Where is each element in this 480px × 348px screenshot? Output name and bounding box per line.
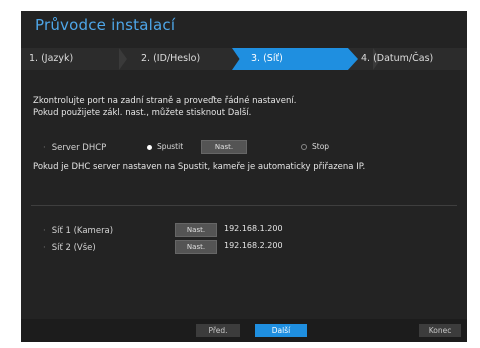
dhcp-stop-radio[interactable]: Stop xyxy=(301,142,329,151)
network-1-label: · Síť 1 (Kamera) xyxy=(43,226,114,236)
network-2-ip: 192.168.2.200 xyxy=(224,241,283,250)
prev-button[interactable]: Před. xyxy=(196,324,240,337)
bullet-icon: · xyxy=(43,143,46,153)
network-1-settings-button[interactable]: Nast. xyxy=(175,223,217,237)
wizard-steps: 1. (Jazyk) 2. (ID/Heslo) 3. (Síť) 4. (Da… xyxy=(21,48,467,70)
install-wizard-dialog: Průvodce instalací 1. (Jazyk) 2. (ID/Hes… xyxy=(21,11,467,342)
intro-line-1: Zkontrolujte port na zadní straně a prov… xyxy=(33,96,297,106)
dhcp-start-radio[interactable]: Spustit xyxy=(147,142,183,151)
next-button[interactable]: Další xyxy=(255,324,307,337)
network-2-settings-button[interactable]: Nast. xyxy=(175,240,217,254)
chevron-right-icon xyxy=(119,48,127,70)
end-button[interactable]: Konec xyxy=(419,324,461,337)
intro-line-2: Pokud použijete zákl. nast., můžete stis… xyxy=(33,108,252,118)
radio-unselected-icon xyxy=(301,144,307,150)
section-divider xyxy=(31,205,457,206)
network-1-ip: 192.168.1.200 xyxy=(224,224,283,233)
dhcp-settings-button[interactable]: Nast. xyxy=(201,140,247,154)
wizard-footer: Před. Další Konec xyxy=(21,319,467,342)
radio-selected-icon xyxy=(147,144,152,150)
network-2-label: · Síť 2 (Vše) xyxy=(43,243,96,253)
step-network[interactable]: 3. (Síť) xyxy=(251,48,283,70)
wizard-title: Průvodce instalací xyxy=(35,16,176,34)
step-language[interactable]: 1. (Jazyk) xyxy=(29,48,73,70)
bullet-icon: · xyxy=(43,243,46,253)
step-date-time[interactable]: 4. (Datum/Čas) xyxy=(361,48,433,70)
dhcp-note: Pokud je DHC server nastaven na Spustit,… xyxy=(33,162,366,172)
step-id-password[interactable]: 2. (ID/Heslo) xyxy=(141,48,200,70)
dhcp-label: · Server DHCP xyxy=(43,143,107,153)
bullet-icon: · xyxy=(43,226,46,236)
